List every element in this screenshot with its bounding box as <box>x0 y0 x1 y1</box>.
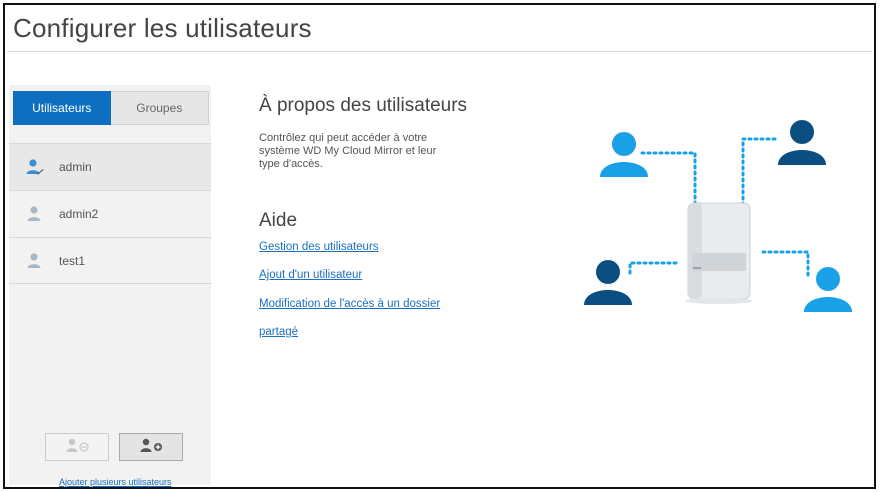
user-name: admin <box>59 160 92 174</box>
title-divider <box>7 51 872 52</box>
user-list-item-test1[interactable]: test1 <box>9 237 211 284</box>
help-link-add-user[interactable]: Ajout d'un utilisateur <box>259 269 362 281</box>
user-icon <box>584 260 632 305</box>
user-edit-icon <box>25 157 45 177</box>
users-sidebar: Utilisateurs Groupes admin admin2 test1 … <box>9 85 211 487</box>
tab-users[interactable]: Utilisateurs <box>13 91 111 125</box>
help-link-manage-users[interactable]: Gestion des utilisateurs <box>259 241 379 253</box>
about-line: Contrôlez qui peut accéder à votre <box>259 132 428 144</box>
add-multiple-users-link[interactable]: Ajouter plusieurs utilisateurs <box>59 477 172 487</box>
user-icon <box>600 132 648 177</box>
user-action-buttons <box>45 433 183 461</box>
user-icon <box>25 251 45 271</box>
page-title: Configurer les utilisateurs <box>13 13 312 43</box>
user-icon <box>25 204 45 224</box>
user-icon <box>804 267 852 312</box>
help-heading: Aide <box>259 210 298 231</box>
user-list-item-admin2[interactable]: admin2 <box>9 190 211 237</box>
users-network-illustration <box>580 97 860 327</box>
help-link-shared[interactable]: partagé <box>259 326 298 338</box>
user-name: admin2 <box>59 207 99 221</box>
help-link-modify-share-access[interactable]: Modification de l'accès à un dossier <box>259 298 440 310</box>
tab-groups[interactable]: Groupes <box>110 91 209 125</box>
about-users-description: Contrôlez qui peut accéder à votre systè… <box>259 132 509 171</box>
user-icon <box>778 120 826 165</box>
window-frame: Configurer les utilisateurs Utilisateurs… <box>3 3 876 489</box>
user-list-item-admin[interactable]: admin <box>9 143 211 190</box>
about-line: système WD My Cloud Mirror et leur <box>259 145 437 157</box>
add-user-button[interactable] <box>119 433 183 461</box>
user-minus-icon <box>64 437 90 458</box>
user-list: admin admin2 test1 <box>9 143 211 284</box>
about-users-heading: À propos des utilisateurs <box>259 95 468 116</box>
about-line: type d'accès. <box>259 158 323 170</box>
sidebar-tabs: Utilisateurs Groupes <box>13 91 209 125</box>
nas-device-icon <box>685 202 753 304</box>
user-name: test1 <box>59 253 86 268</box>
remove-user-button[interactable] <box>45 433 109 461</box>
user-plus-icon <box>138 437 164 458</box>
